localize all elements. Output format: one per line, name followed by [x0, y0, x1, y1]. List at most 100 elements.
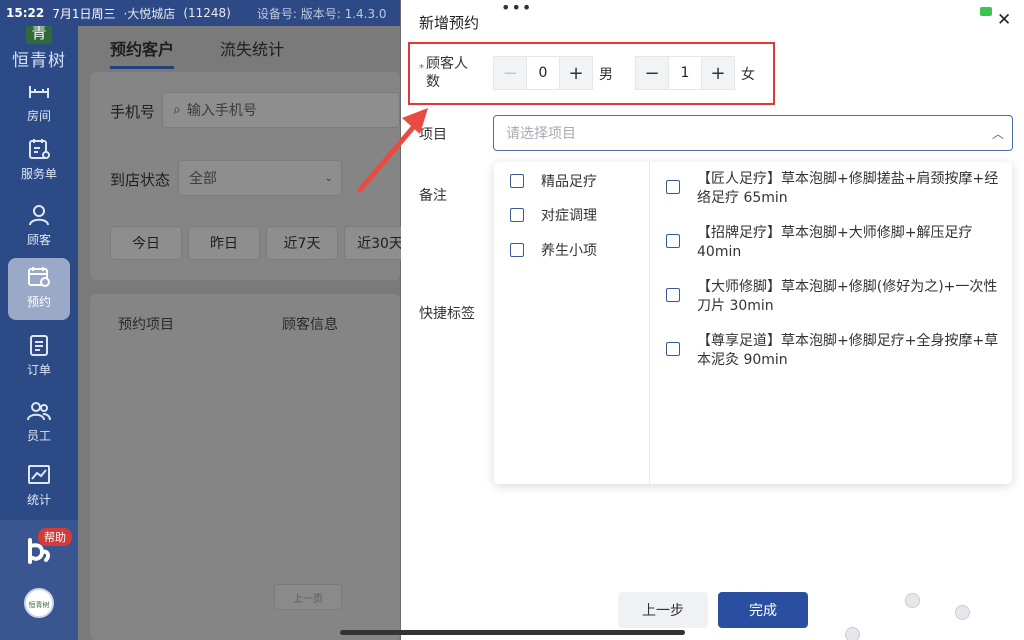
- required-icon: *: [419, 63, 424, 74]
- staff-icon: [26, 398, 52, 424]
- customer-count-label: 顾客人数: [426, 56, 468, 90]
- help-badge[interactable]: 帮助: [38, 528, 72, 546]
- phone-input[interactable]: ⌕ 输入手机号: [162, 92, 400, 128]
- checkbox[interactable]: [510, 208, 524, 222]
- list-card: [90, 294, 400, 640]
- service-order-icon: [26, 136, 52, 162]
- nav-label: 房间: [26, 109, 51, 123]
- date-7days-button[interactable]: 近7天: [266, 226, 338, 260]
- home-indicator: [340, 630, 685, 635]
- checkbox[interactable]: [666, 234, 680, 248]
- th-customer: 顾客信息: [282, 317, 338, 333]
- status-value: 全部: [189, 171, 217, 187]
- category-label: 养生小项: [541, 243, 597, 259]
- quick-tag-label: 快捷标签: [419, 306, 475, 322]
- nav-item-stats[interactable]: 统计: [8, 456, 70, 518]
- project-item-label: 【招牌足疗】草本泡脚+大师修脚+解压足疗 40min: [697, 225, 973, 260]
- male-count-value[interactable]: 0: [527, 56, 559, 90]
- battery-icon: [980, 7, 992, 16]
- male-minus-button[interactable]: −: [493, 56, 527, 90]
- logo-name: 恒青树: [12, 51, 66, 71]
- date-yesterday-button[interactable]: 昨日: [188, 226, 260, 260]
- project-item[interactable]: 【大师修脚】草本泡脚+修脚(修好为之)+一次性刀片 30min: [666, 278, 1006, 316]
- project-label: 项目: [419, 127, 447, 143]
- th-project: 预约项目: [118, 317, 174, 333]
- checkbox[interactable]: [510, 243, 524, 257]
- project-item-label: 【大师修脚】草本泡脚+修脚(修好为之)+一次性刀片 30min: [697, 279, 998, 314]
- nav-item-appointment[interactable]: 预约: [8, 258, 70, 320]
- category-item[interactable]: 对症调理: [510, 204, 597, 226]
- project-placeholder: 请选择项目: [506, 126, 576, 142]
- phone-label: 手机号: [110, 103, 156, 121]
- nav-item-room[interactable]: 房间: [8, 72, 70, 134]
- female-label: 女: [741, 67, 755, 83]
- bg-tabs: 预约客户 流失统计: [110, 36, 284, 69]
- female-count-stepper: − 1 +: [635, 56, 735, 90]
- nav-label: 预约: [26, 295, 51, 309]
- status-date: 7月1日周三: [52, 6, 116, 21]
- floating-dot[interactable]: [905, 593, 920, 608]
- project-select[interactable]: 请选择项目 ︿: [493, 115, 1013, 151]
- phone-placeholder: 输入手机号: [186, 103, 257, 119]
- project-item-label: 【匠人足疗】草本泡脚+修脚搓盐+肩颈按摩+经络足疗 65min: [697, 171, 999, 206]
- store-name: ·大悦城店: [123, 6, 176, 21]
- nav-label: 订单: [26, 363, 51, 377]
- tab-churn-stats[interactable]: 流失统计: [220, 36, 284, 69]
- sidebar: 青 恒青树 房间 服务单 顾客 预约 订单 员工 统计 帮助 恒青树: [0, 0, 78, 640]
- nav-label: 顾客: [26, 233, 51, 247]
- checkbox[interactable]: [666, 288, 680, 302]
- nav-item-order[interactable]: 订单: [8, 326, 70, 388]
- new-appointment-drawer: ••• 新增预约 ✕ * 顾客人数 − 0 + 男 − 1 + 女 项目 请选择…: [401, 0, 1024, 640]
- female-minus-button[interactable]: −: [635, 56, 669, 90]
- avatar[interactable]: 恒青树: [24, 588, 54, 618]
- category-label: 精品足疗: [541, 174, 597, 190]
- nav-item-staff[interactable]: 员工: [8, 392, 70, 454]
- status-select[interactable]: 全部 ⌄: [178, 160, 342, 196]
- prev-page-button[interactable]: 上一页: [274, 584, 342, 610]
- floating-dot[interactable]: [955, 605, 970, 620]
- checkbox[interactable]: [666, 180, 680, 194]
- female-count-value[interactable]: 1: [669, 56, 701, 90]
- status-time: 15:22: [6, 6, 45, 20]
- close-icon[interactable]: ✕: [997, 10, 1011, 30]
- project-item[interactable]: 【尊享足道】草本泡脚+修脚足疗+全身按摩+草本泥灸 90min: [666, 332, 1006, 370]
- search-icon: ⌕: [173, 102, 181, 118]
- nav-item-customer[interactable]: 顾客: [8, 196, 70, 258]
- background-page: 预约客户 流失统计 手机号 ⌕ 输入手机号 到店状态 全部 ⌄ 今日 昨日 近7…: [78, 26, 416, 640]
- status-bar: 15:22 7月1日周三 ·大悦城店 (11248) 设备号: 版本号: 1.4…: [0, 0, 400, 26]
- logo: 青 恒青树: [4, 22, 74, 72]
- nav-label: 统计: [26, 493, 51, 507]
- store-code: (11248): [183, 6, 231, 20]
- nav-item-service-order[interactable]: 服务单: [8, 130, 70, 192]
- order-icon: [26, 332, 52, 358]
- room-icon: [26, 78, 52, 104]
- customer-icon: [26, 202, 52, 228]
- category-label: 对症调理: [541, 208, 597, 224]
- category-item[interactable]: 精品足疗: [510, 170, 597, 192]
- chevron-up-icon: ︿: [991, 127, 1004, 141]
- category-item[interactable]: 养生小项: [510, 239, 597, 261]
- more-icon[interactable]: •••: [501, 0, 532, 17]
- appointment-icon: [26, 264, 52, 290]
- status-label: 到店状态: [110, 171, 171, 189]
- stats-icon: [26, 462, 52, 488]
- project-dropdown: 精品足疗 对症调理 养生小项 【匠人足疗】草本泡脚+修脚搓盐+肩颈按摩+经络足疗…: [494, 162, 1012, 484]
- drawer-title: 新增预约: [419, 14, 480, 32]
- checkbox[interactable]: [510, 174, 524, 188]
- date-today-button[interactable]: 今日: [110, 226, 182, 260]
- project-item-label: 【尊享足道】草本泡脚+修脚足疗+全身按摩+草本泥灸 90min: [697, 333, 999, 368]
- checkbox[interactable]: [666, 342, 680, 356]
- floating-dot[interactable]: [845, 627, 860, 640]
- female-plus-button[interactable]: +: [701, 56, 735, 90]
- done-button[interactable]: 完成: [718, 592, 808, 628]
- nav-label: 员工: [26, 429, 51, 443]
- male-count-stepper: − 0 +: [493, 56, 593, 90]
- tab-appointment-customers[interactable]: 预约客户: [110, 36, 175, 69]
- male-plus-button[interactable]: +: [559, 56, 593, 90]
- nav-label: 服务单: [20, 167, 57, 181]
- project-item[interactable]: 【招牌足疗】草本泡脚+大师修脚+解压足疗 40min: [666, 224, 1006, 262]
- project-item[interactable]: 【匠人足疗】草本泡脚+修脚搓盐+肩颈按摩+经络足疗 65min: [666, 170, 1006, 208]
- remark-label: 备注: [419, 188, 447, 204]
- prev-step-button[interactable]: 上一步: [618, 592, 708, 628]
- screen: 青 恒青树 房间 服务单 顾客 预约 订单 员工 统计 帮助 恒青树 15:22…: [0, 0, 1024, 640]
